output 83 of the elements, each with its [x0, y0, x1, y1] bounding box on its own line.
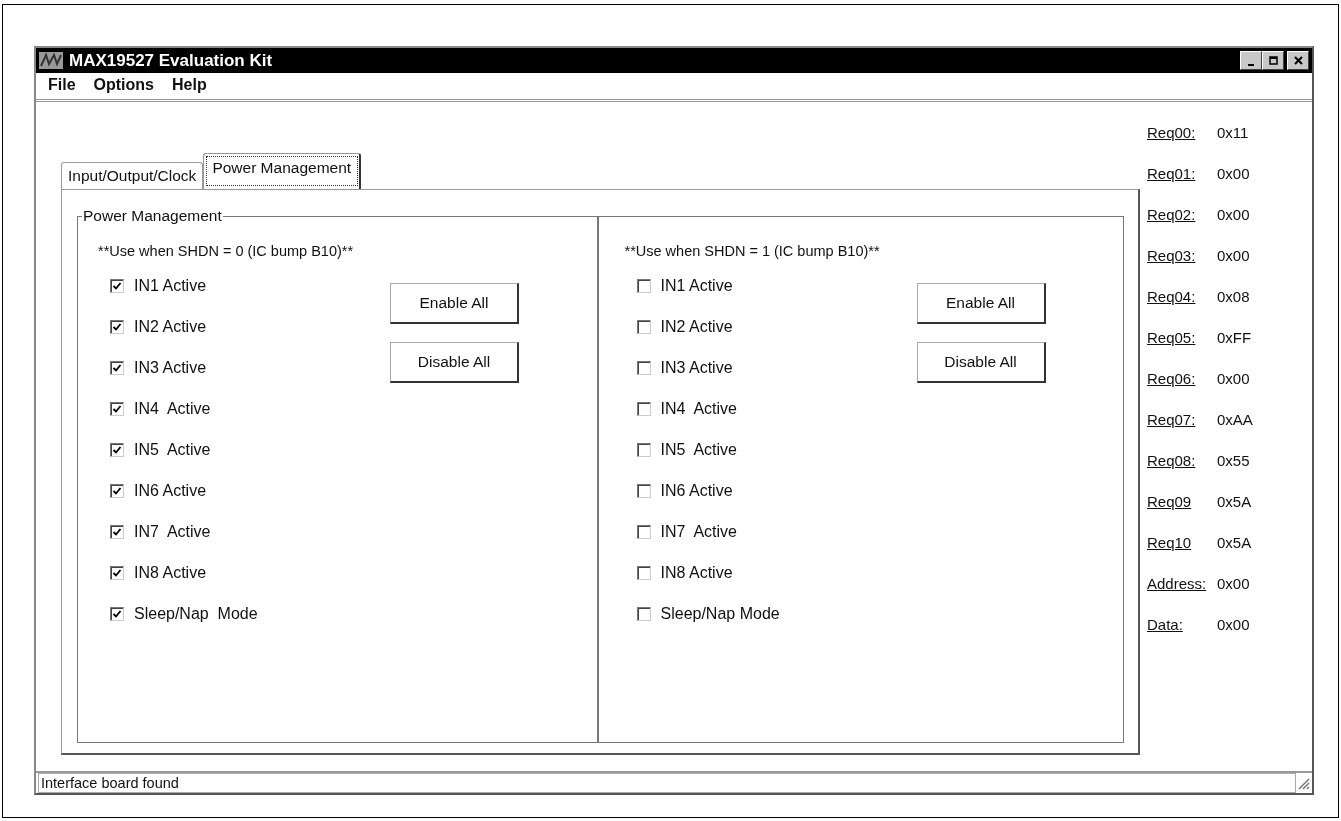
minimize-icon: [1248, 64, 1254, 66]
checkbox[interactable]: [636, 442, 651, 457]
checkbox[interactable]: [110, 606, 124, 621]
note-text: **Use when SHDN = 0 (IC bump B10)**: [98, 243, 355, 259]
push-button[interactable]: Enable All: [916, 283, 1046, 324]
checkbox-label[interactable]: IN2 Active: [134, 317, 207, 336]
register-value: 0x00: [1217, 247, 1250, 264]
register-link[interactable]: Req04:: [1147, 288, 1196, 305]
register-value: 0x00: [1217, 370, 1250, 387]
checkbox[interactable]: [636, 401, 651, 416]
tab[interactable]: Input/Output/Clock: [61, 162, 204, 189]
window-title: MAX19527 Evaluation Kit: [69, 50, 274, 71]
register-value: 0x5A: [1217, 534, 1252, 551]
register-value: 0xAA: [1217, 411, 1253, 428]
push-button[interactable]: Enable All: [390, 283, 519, 324]
checkbox-label[interactable]: IN5 Active: [134, 440, 211, 459]
register-link[interactable]: Req10: [1147, 534, 1192, 551]
checkbox-label[interactable]: IN3 Active: [660, 358, 733, 377]
checkbox[interactable]: [636, 319, 651, 334]
checkbox[interactable]: [110, 319, 124, 334]
register-link[interactable]: Req02:: [1147, 206, 1196, 223]
checkbox-label[interactable]: Sleep/Nap Mode: [660, 604, 780, 623]
checkbox[interactable]: [636, 565, 651, 580]
register-link[interactable]: Req08:: [1147, 452, 1196, 469]
logo-icon: [39, 52, 63, 69]
checkbox-label[interactable]: IN4 Active: [134, 399, 211, 418]
minimize-button[interactable]: [1240, 51, 1262, 70]
checkbox-label[interactable]: IN6 Active: [660, 481, 733, 500]
menu-item[interactable]: Help: [172, 76, 207, 94]
maximize-icon: [1268, 56, 1278, 65]
checkbox[interactable]: [636, 606, 651, 621]
push-button[interactable]: Disable All: [916, 342, 1046, 383]
status-text: Interface board found: [38, 773, 1296, 793]
close-icon: [1293, 56, 1303, 65]
register-link[interactable]: Req06:: [1147, 370, 1196, 387]
register-link[interactable]: Req09: [1147, 493, 1192, 510]
checkbox[interactable]: [636, 483, 651, 498]
tab[interactable]: Power Management: [203, 153, 362, 189]
checkbox-label[interactable]: IN3 Active: [134, 358, 207, 377]
register-value: 0x5A: [1217, 493, 1252, 510]
register-link[interactable]: Req05:: [1147, 329, 1196, 346]
note-text: **Use when SHDN = 1 (IC bump B10)**: [624, 243, 881, 259]
menu-item[interactable]: File: [48, 76, 76, 94]
register-link[interactable]: Req00:: [1147, 124, 1196, 141]
checkbox-label[interactable]: IN7 Active: [134, 522, 211, 541]
checkbox[interactable]: [636, 360, 651, 375]
register-value: 0x00: [1217, 616, 1250, 633]
register-value: 0x00: [1217, 165, 1250, 182]
checkbox[interactable]: [110, 442, 124, 457]
register-value: 0x55: [1217, 452, 1250, 469]
checkbox[interactable]: [636, 524, 651, 539]
register-value: 0x08: [1217, 288, 1250, 305]
register-link[interactable]: Req07:: [1147, 411, 1196, 428]
checkbox[interactable]: [110, 278, 124, 293]
checkbox[interactable]: [110, 360, 124, 375]
register-link[interactable]: Req03:: [1147, 247, 1196, 264]
checkbox-label[interactable]: IN2 Active: [660, 317, 733, 336]
register-value: 0x00: [1217, 206, 1250, 223]
resize-grip-icon[interactable]: [1296, 776, 1310, 790]
checkbox[interactable]: [110, 401, 124, 416]
register-value: 0x00: [1217, 575, 1250, 592]
checkbox-label[interactable]: IN1 Active: [134, 276, 207, 295]
menu-item[interactable]: Options: [93, 76, 154, 94]
checkbox[interactable]: [110, 483, 124, 498]
register-link[interactable]: Req01:: [1147, 165, 1196, 182]
maximize-button[interactable]: [1262, 51, 1284, 70]
checkbox-label[interactable]: IN8 Active: [134, 563, 207, 582]
register-value: 0xFF: [1217, 329, 1252, 346]
checkbox-label[interactable]: IN4 Active: [660, 399, 737, 418]
checkbox-label[interactable]: IN5 Active: [660, 440, 737, 459]
register-link[interactable]: Address:: [1147, 575, 1207, 592]
close-button[interactable]: [1287, 51, 1309, 70]
register-link[interactable]: Data:: [1147, 616, 1183, 633]
checkbox-label[interactable]: Sleep/Nap Mode: [134, 604, 258, 623]
checkbox-label[interactable]: IN7 Active: [660, 522, 737, 541]
register-value: 0x11: [1217, 124, 1249, 141]
checkbox[interactable]: [636, 278, 651, 293]
checkbox[interactable]: [110, 524, 124, 539]
checkbox-label[interactable]: IN8 Active: [660, 563, 733, 582]
checkbox[interactable]: [110, 565, 124, 580]
checkbox-label[interactable]: IN6 Active: [134, 481, 207, 500]
checkbox-label[interactable]: IN1 Active: [660, 276, 733, 295]
push-button[interactable]: Disable All: [390, 342, 519, 383]
